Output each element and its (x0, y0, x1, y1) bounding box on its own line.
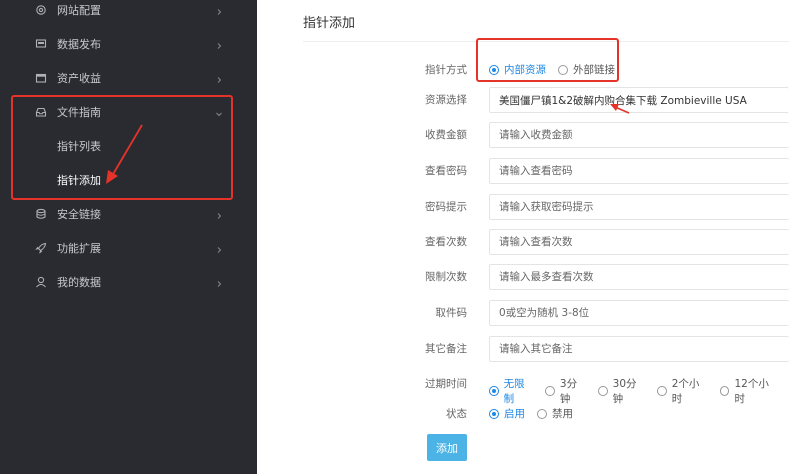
radio-status-disabled[interactable]: 禁用 (537, 406, 573, 421)
inbox-icon (35, 106, 47, 118)
add-button[interactable]: 添加 (427, 434, 467, 461)
resource-label: 资源选择 (425, 94, 467, 106)
sidebar-subitem-label: 指针列表 (57, 140, 101, 153)
radio-label: 30分钟 (612, 378, 637, 405)
remark-field[interactable] (489, 336, 789, 362)
monitor-icon (35, 38, 47, 50)
resource-select[interactable]: 美国僵尸镇1&2破解内购合集下载 Zombieville USA (489, 87, 789, 113)
sidebar-subitem-pointer-add[interactable]: 指针添加 (0, 163, 257, 197)
radio-label: 内部资源 (504, 64, 546, 76)
radio-dot-icon (537, 408, 547, 419)
pointer-mode-label: 指针方式 (425, 64, 467, 76)
fee-label: 收费金额 (425, 129, 467, 141)
sidebar-item-label: 数据发布 (57, 38, 101, 51)
view-count-field[interactable] (489, 229, 789, 255)
pickup-code-field[interactable] (489, 300, 789, 326)
remark-label: 其它备注 (425, 343, 467, 355)
pickup-code-label: 取件码 (435, 307, 468, 319)
database-icon (35, 208, 47, 220)
status-label: 状态 (446, 408, 467, 420)
radio-dot-icon (598, 386, 608, 396)
sidebar-item-label: 网站配置 (57, 4, 101, 17)
sidebar-subitem-label: 指针添加 (57, 174, 101, 187)
user-icon (35, 276, 47, 288)
view-count-label: 查看次数 (425, 236, 467, 248)
password-hint-label: 密码提示 (425, 201, 467, 213)
view-count-input[interactable] (499, 236, 789, 248)
sidebar-item-label: 功能扩展 (57, 242, 101, 255)
sidebar-item-label: 安全链接 (57, 208, 101, 221)
radio-label: 3分钟 (559, 378, 578, 405)
radio-dot-icon (545, 386, 555, 396)
pickup-code-input[interactable] (499, 307, 789, 319)
resource-select-value: 美国僵尸镇1&2破解内购合集下载 Zombieville USA (499, 94, 747, 107)
radio-label: 12个小时 (734, 378, 769, 405)
expire-label: 过期时间 (425, 378, 467, 390)
sidebar-item-label: 资产收益 (57, 72, 101, 85)
expire-radio-group: 无限制 3分钟 30分钟 2个小时 12个小时 (489, 376, 789, 406)
radio-dot-icon (489, 386, 499, 396)
main-content: 指针添加 指针方式 内部资源 外部链接 资源选择 美国僵尸镇1&2破解内购合集下… (257, 0, 789, 474)
password-hint-input[interactable] (499, 201, 789, 213)
radio-status-enabled[interactable]: 启用 (489, 406, 525, 421)
radio-expire-3min[interactable]: 3分钟 (545, 376, 586, 406)
fee-field[interactable] (489, 122, 789, 148)
radio-dot-icon (489, 64, 499, 75)
radio-label: 禁用 (552, 408, 573, 420)
radio-label: 外部链接 (573, 64, 615, 76)
gear-icon (35, 4, 47, 16)
sidebar-item-file-guide[interactable]: 文件指南 (0, 95, 257, 129)
title-divider (303, 41, 789, 42)
sidebar-item-asset-income[interactable]: 资产收益 (0, 61, 257, 95)
radio-expire-unlimited[interactable]: 无限制 (489, 376, 533, 406)
sidebar-item-label: 文件指南 (57, 106, 101, 119)
radio-dot-icon (558, 64, 568, 75)
chevron-right-icon (215, 6, 223, 15)
sidebar-item-my-data[interactable]: 我的数据 (0, 265, 257, 299)
limit-count-field[interactable] (489, 264, 789, 290)
radio-expire-12h[interactable]: 12个小时 (719, 376, 777, 406)
radio-internal-resource[interactable]: 内部资源 (489, 62, 546, 77)
view-password-field[interactable] (489, 158, 789, 184)
radio-dot-icon (719, 386, 730, 396)
sidebar: 网站配置 数据发布 资产收益 文件指南 指针列表 指针添加 安全链接 功能扩展 … (0, 0, 257, 474)
radio-dot-icon (489, 408, 499, 419)
page-title: 指针添加 (303, 16, 356, 31)
wallet-icon (35, 72, 47, 84)
chevron-right-icon (215, 244, 223, 253)
sidebar-subitem-pointer-list[interactable]: 指针列表 (0, 129, 257, 163)
radio-label: 无限制 (503, 378, 525, 405)
sidebar-item-extensions[interactable]: 功能扩展 (0, 231, 257, 265)
sidebar-item-label: 我的数据 (57, 276, 101, 289)
fee-input[interactable] (499, 129, 789, 141)
sidebar-item-secure-link[interactable]: 安全链接 (0, 197, 257, 231)
pointer-mode-radio-group: 内部资源 外部链接 (489, 62, 627, 77)
view-password-input[interactable] (499, 165, 789, 177)
radio-label: 启用 (504, 408, 525, 420)
sidebar-item-site-config[interactable]: 网站配置 (0, 0, 257, 27)
radio-expire-30min[interactable]: 30分钟 (598, 376, 645, 406)
radio-external-link[interactable]: 外部链接 (558, 62, 615, 77)
radio-expire-2h[interactable]: 2个小时 (657, 376, 708, 406)
status-radio-group: 启用 禁用 (489, 406, 585, 421)
remark-input[interactable] (499, 343, 789, 355)
limit-count-input[interactable] (499, 271, 789, 283)
limit-count-label: 限制次数 (425, 271, 467, 283)
chevron-right-icon (215, 74, 223, 83)
chevron-down-icon (215, 108, 223, 117)
chevron-right-icon (215, 278, 223, 287)
rocket-icon (35, 242, 47, 254)
chevron-right-icon (215, 40, 223, 49)
chevron-right-icon (215, 210, 223, 219)
sidebar-item-data-publish[interactable]: 数据发布 (0, 27, 257, 61)
view-password-label: 查看密码 (425, 165, 467, 177)
password-hint-field[interactable] (489, 194, 789, 220)
radio-label: 2个小时 (671, 378, 700, 405)
radio-dot-icon (657, 386, 667, 396)
